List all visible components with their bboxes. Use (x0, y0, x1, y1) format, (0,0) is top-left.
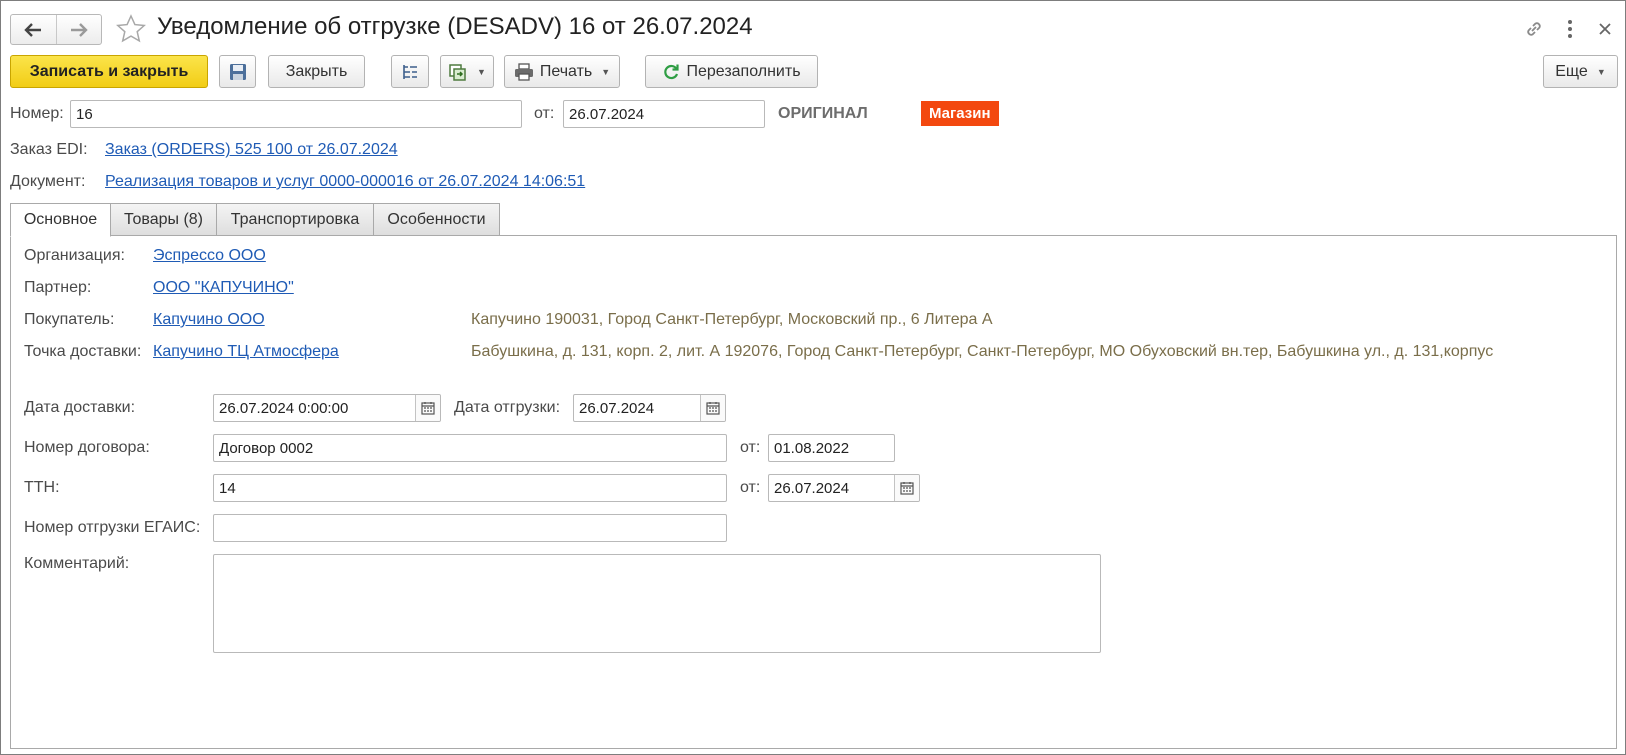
floppy-disk-icon (229, 63, 246, 80)
contract-number-input[interactable]: Договор 0002 (213, 434, 727, 462)
refill-button[interactable]: Перезаполнить (645, 55, 818, 88)
back-button[interactable] (11, 15, 56, 44)
calendar-icon[interactable] (894, 475, 919, 501)
organization-link[interactable]: Эспрессо ООО (153, 247, 266, 265)
arrow-right-icon (70, 22, 88, 37)
save-and-close-button[interactable]: Записать и закрыть (10, 55, 208, 88)
delivery-date-value: 26.07.2024 0:00:00 (219, 399, 349, 417)
print-button[interactable]: Печать ▼ (504, 55, 620, 88)
refresh-icon (664, 64, 680, 79)
contract-date-input[interactable]: 01.08.2022 (768, 434, 895, 462)
comment-label: Комментарий: (24, 555, 130, 572)
refill-label: Перезаполнить (686, 62, 801, 80)
ttn-date-value: 26.07.2024 (774, 479, 850, 497)
date-label: от: (534, 105, 555, 122)
page-title: Уведомление об отгрузке (DESADV) 16 от 2… (157, 13, 753, 40)
buyer-link[interactable]: Капучино ООО (153, 311, 265, 329)
ttn-label: ТТН: (24, 479, 60, 496)
link-icon[interactable] (1523, 18, 1545, 40)
structure-button[interactable] (391, 55, 429, 88)
tab-features[interactable]: Особенности (373, 203, 500, 236)
calendar-icon[interactable] (415, 395, 440, 421)
close-form-label: Закрыть (285, 62, 348, 80)
save-button[interactable] (219, 55, 256, 88)
partner-label: Партнер: (24, 279, 92, 296)
ttn-date-label: от: (740, 479, 761, 496)
buyer-label: Покупатель: (24, 311, 115, 328)
status-text: ОРИГИНАЛ (778, 105, 868, 122)
more-actions-label: Еще (1555, 62, 1588, 80)
tab-goods[interactable]: Товары (8) (110, 203, 217, 236)
printer-icon (514, 62, 533, 81)
tab-main[interactable]: Основное (10, 203, 111, 237)
chevron-down-icon: ▼ (1596, 66, 1606, 77)
document-link[interactable]: Реализация товаров и услуг 0000-000016 о… (105, 173, 585, 191)
kebab-menu-icon[interactable] (1563, 18, 1577, 40)
ttn-date-input[interactable]: 26.07.2024 (768, 474, 920, 502)
number-input[interactable]: 16 (70, 100, 522, 128)
contract-date-value: 01.08.2022 (774, 439, 850, 457)
comment-textarea[interactable] (213, 554, 1101, 653)
contract-date-label: от: (740, 439, 761, 456)
history-nav-group (10, 14, 102, 45)
create-based-on-button[interactable]: ▼ (440, 55, 494, 88)
create-based-on-icon (449, 63, 466, 81)
order-edi-link[interactable]: Заказ (ORDERS) 525 100 от 26.07.2024 (105, 141, 398, 159)
number-label: Номер: (10, 105, 64, 122)
more-actions-button[interactable]: Еще ▼ (1543, 55, 1618, 88)
contract-number-label: Номер договора: (24, 439, 150, 456)
date-value: 26.07.2024 (569, 105, 645, 123)
chevron-down-icon: ▼ (601, 66, 611, 77)
delivery-point-address: Бабушкина, д. 131, корп. 2, лит. А 19207… (471, 343, 1494, 360)
delivery-date-input[interactable]: 26.07.2024 0:00:00 (213, 394, 441, 422)
number-value: 16 (76, 105, 93, 123)
close-form-button[interactable]: Закрыть (268, 55, 365, 88)
delivery-point-label: Точка доставки: (24, 343, 142, 360)
star-icon[interactable] (115, 13, 147, 45)
chevron-down-icon: ▼ (477, 66, 486, 77)
delivery-point-link[interactable]: Капучино ТЦ Атмосфера (153, 343, 339, 361)
organization-label: Организация: (24, 247, 125, 264)
arrow-left-icon (24, 22, 42, 37)
egais-shipment-label: Номер отгрузки ЕГАИС: (24, 519, 201, 536)
print-label: Печать (539, 62, 593, 80)
order-edi-label: Заказ EDI: (10, 141, 88, 158)
egais-shipment-input[interactable] (213, 514, 727, 542)
partner-link[interactable]: ООО "КАПУЧИНО" (153, 279, 294, 297)
delivery-date-label: Дата доставки: (24, 399, 136, 416)
desadv-form-window: Уведомление об отгрузке (DESADV) 16 от 2… (0, 0, 1626, 755)
forward-button[interactable] (55, 15, 102, 44)
document-structure-icon (403, 64, 417, 79)
ttn-value: 14 (219, 479, 236, 497)
tab-transportation[interactable]: Транспортировка (216, 203, 374, 236)
calendar-icon[interactable] (700, 395, 725, 421)
shipment-date-input[interactable]: 26.07.2024 (573, 394, 726, 422)
store-badge: Магазин (921, 101, 999, 126)
date-input[interactable]: 26.07.2024 (563, 100, 765, 128)
close-icon[interactable] (1596, 18, 1614, 40)
ttn-input[interactable]: 14 (213, 474, 727, 502)
shipment-date-value: 26.07.2024 (579, 399, 655, 417)
save-and-close-label: Записать и закрыть (29, 62, 189, 80)
contract-number-value: Договор 0002 (219, 439, 314, 457)
document-label: Документ: (10, 173, 86, 190)
shipment-date-label: Дата отгрузки: (454, 399, 561, 416)
buyer-address: Капучино 190031, Город Санкт-Петербург, … (471, 311, 993, 328)
